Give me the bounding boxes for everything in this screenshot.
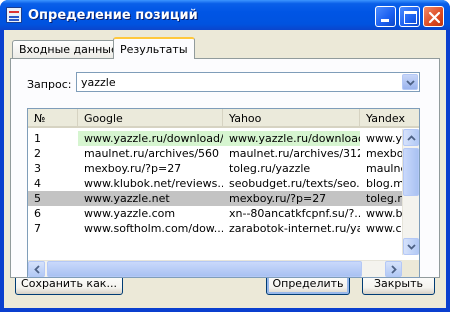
row-number: 1 (34, 132, 41, 145)
table-row[interactable]: 6 www.yazzle.com xn--80ancatkfcpnf.su/?.… (28, 206, 419, 221)
minimize-button[interactable] (375, 6, 396, 27)
tab-results[interactable]: Результаты (113, 37, 195, 59)
cell-yandex: toleg.r (366, 192, 402, 205)
cell-google: www.yazzle.net (84, 192, 170, 205)
vertical-scrollbar[interactable] (402, 129, 419, 255)
cell-yandex: www.c (366, 222, 402, 235)
horizontal-scroll-thumb[interactable] (47, 261, 362, 277)
results-table[interactable]: № Google Yahoo Yandex 1 www.yazzle.ru/do… (27, 108, 420, 278)
vertical-scroll-thumb[interactable] (403, 148, 419, 196)
chevron-up-icon (407, 135, 416, 141)
row-number: 7 (34, 222, 41, 235)
tab-results-label: Результаты (120, 43, 188, 56)
cell-yahoo: seobudget.ru/texts/seo... (229, 177, 360, 190)
table-row[interactable]: 2 maulnet.ru/archives/560 maulnet.ru/arc… (28, 146, 419, 161)
maximize-button[interactable] (399, 6, 420, 27)
tab-input-data-label: Входные данные (19, 43, 118, 56)
table-row[interactable]: 7 www.softholm.com/dow... zarabotok-inte… (28, 221, 419, 236)
tab-input-data[interactable]: Входные данные (12, 40, 125, 58)
cell-yandex: maulne (366, 162, 402, 175)
cell-yahoo: mexboy.ru/?p=27 (229, 192, 327, 205)
row-number: 2 (34, 147, 41, 160)
row-number: 3 (34, 162, 41, 175)
table-row[interactable]: 4 www.klubok.net/reviews... seobudget.ru… (28, 176, 419, 191)
scrollbar-corner (402, 260, 419, 277)
scroll-right-button[interactable] (385, 261, 402, 277)
query-dropdown-button[interactable] (402, 74, 418, 90)
row-number: 4 (34, 177, 41, 190)
chevron-left-icon (34, 265, 40, 274)
scroll-down-button[interactable] (403, 238, 419, 255)
cell-google: www.klubok.net/reviews... (84, 177, 223, 190)
app-window: Определение позиций Входные данные Резул… (0, 0, 450, 312)
cell-yahoo: toleg.ru/yazzle (229, 162, 311, 175)
window-title: Определение позиций (28, 8, 198, 23)
scroll-up-button[interactable] (403, 129, 419, 146)
row-number: 6 (34, 207, 41, 220)
cell-google: maulnet.ru/archives/560 (84, 147, 220, 160)
table-row[interactable]: 3 mexboy.ru/?p=27 toleg.ru/yazzle maulne (28, 161, 419, 176)
app-list-icon[interactable] (6, 7, 22, 23)
cell-yandex: www.b (366, 207, 402, 220)
close-window-button[interactable] (423, 6, 444, 27)
row-number: 5 (34, 192, 41, 205)
cell-google: www.softholm.com/dow... (84, 222, 223, 235)
query-value[interactable]: yazzle (81, 76, 116, 89)
cell-yandex: mexbo (366, 147, 402, 160)
cell-google: www.yazzle.com (84, 207, 176, 220)
scroll-left-button[interactable] (28, 261, 45, 277)
cell-yahoo: zarabotok-internet.ru/ya... (229, 222, 360, 235)
horizontal-scrollbar[interactable] (28, 260, 402, 277)
title-bar[interactable]: Определение позиций (0, 0, 450, 30)
chevron-right-icon (391, 265, 397, 274)
query-combobox[interactable]: yazzle (76, 72, 420, 92)
cell-google: mexboy.ru/?p=27 (84, 162, 182, 175)
table-header: № Google Yahoo Yandex (28, 109, 419, 128)
table-row[interactable]: 5 www.yazzle.net mexboy.ru/?p=27 toleg.r (28, 191, 419, 206)
column-header-google[interactable]: Google (78, 109, 223, 126)
table-row[interactable]: 1 www.yazzle.ru/download/ www.yazzle.ru/… (28, 131, 419, 146)
dialog-client-area: Входные данные Результаты Запрос: yazzle… (4, 30, 446, 308)
cell-yandex: blog.m (366, 177, 402, 190)
cell-yahoo: maulnet.ru/archives/312 (229, 147, 360, 160)
cell-yahoo: www.yazzle.ru/download/ (223, 131, 360, 146)
cell-yandex: www.y (366, 132, 402, 145)
cell-google: www.yazzle.ru/download/ (78, 131, 223, 146)
cell-yahoo: xn--80ancatkfcpnf.su/?... (229, 207, 360, 220)
chevron-down-icon (406, 80, 415, 86)
column-header-yahoo[interactable]: Yahoo (223, 109, 360, 126)
chevron-down-icon (407, 244, 416, 250)
close-icon (428, 11, 441, 24)
query-label: Запрос: (27, 78, 72, 91)
column-header-yandex[interactable]: Yandex (360, 109, 419, 126)
column-header-number[interactable]: № (28, 109, 78, 126)
